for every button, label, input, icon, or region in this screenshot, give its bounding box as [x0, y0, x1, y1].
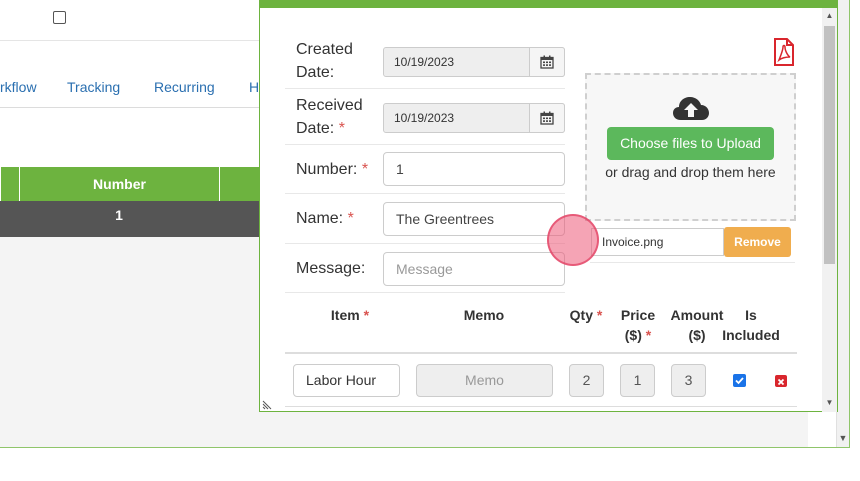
column-header-included: Is Included: [722, 307, 780, 343]
divider: [285, 406, 797, 407]
tab-tracking[interactable]: Tracking: [67, 79, 120, 95]
select-all-checkbox[interactable]: [53, 11, 66, 24]
tab-workflow[interactable]: rkflow: [0, 79, 37, 95]
column-header-item: Item *: [330, 307, 370, 323]
checkmark-icon: [735, 377, 744, 385]
price-input[interactable]: 1: [620, 364, 655, 397]
tab-recurring[interactable]: Recurring: [154, 79, 215, 95]
qty-input[interactable]: 2: [569, 364, 604, 397]
close-icon: [777, 378, 785, 386]
created-date-label: Created Date:: [296, 41, 353, 81]
table-header-cell[interactable]: [219, 167, 260, 201]
tab-history[interactable]: H: [249, 79, 259, 95]
modal-scrollbar-thumb[interactable]: [824, 26, 835, 264]
divider: [285, 193, 565, 194]
name-label: Name: *: [296, 210, 354, 227]
memo-input[interactable]: Memo: [416, 364, 553, 397]
delete-row-button[interactable]: [775, 375, 787, 387]
border: [0, 447, 850, 448]
remove-file-button[interactable]: Remove: [724, 227, 791, 257]
item-input[interactable]: Labor Hour: [293, 364, 400, 397]
cursor-highlight: [547, 214, 599, 266]
page-scrollbar[interactable]: [836, 0, 850, 447]
calendar-icon: [540, 111, 554, 125]
name-input[interactable]: The Greentrees: [383, 202, 565, 236]
received-date-label: Received Date: *: [296, 97, 363, 137]
uploaded-file-name: Invoice.png: [591, 228, 724, 256]
cloud-upload-icon: [673, 97, 709, 120]
divider: [590, 262, 795, 263]
divider: [285, 243, 565, 244]
message-label: Message:: [296, 260, 366, 277]
choose-files-button[interactable]: Choose files to Upload: [607, 127, 774, 160]
scroll-down-arrow-icon[interactable]: ▼: [836, 431, 850, 445]
amount-field: 3: [671, 364, 706, 397]
number-input[interactable]: 1: [383, 152, 565, 186]
scroll-down-arrow-icon[interactable]: ▼: [822, 397, 837, 409]
column-header-qty: Qty *: [569, 307, 603, 323]
scroll-up-arrow-icon[interactable]: ▲: [822, 10, 837, 22]
resize-handle-icon[interactable]: [262, 398, 274, 410]
created-date-picker-button[interactable]: [529, 47, 565, 77]
divider: [285, 88, 565, 89]
table-row[interactable]: 1: [0, 201, 260, 237]
required-marker: *: [347, 210, 354, 227]
message-input[interactable]: Message: [383, 252, 565, 286]
pdf-file-icon[interactable]: [773, 38, 795, 66]
calendar-icon: [540, 55, 554, 69]
table-cell-number: 1: [115, 207, 123, 223]
is-included-checkbox[interactable]: [733, 374, 746, 387]
received-date-picker-button[interactable]: [529, 103, 565, 133]
border: [849, 0, 850, 448]
required-marker: *: [338, 120, 345, 137]
drag-drop-hint: or drag and drop them here: [605, 164, 776, 180]
number-label: Number: *: [296, 161, 369, 178]
divider: [285, 292, 565, 293]
table-header-cell[interactable]: [0, 167, 19, 201]
table-header-number[interactable]: Number: [19, 167, 219, 201]
column-header-price: Price ($) *: [620, 307, 656, 343]
divider: [285, 144, 565, 145]
required-marker: *: [361, 161, 369, 178]
column-header-memo: Memo: [463, 307, 505, 323]
divider: [285, 352, 797, 354]
